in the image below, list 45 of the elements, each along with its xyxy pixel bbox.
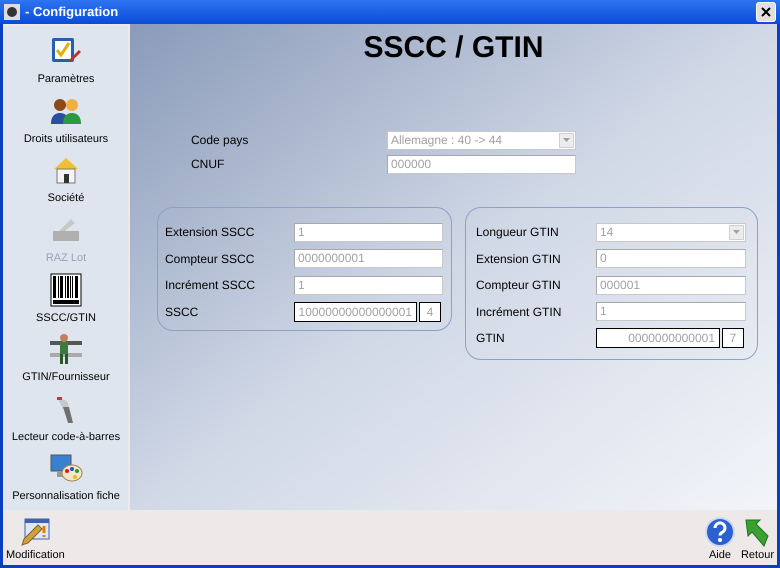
field-label: Extension GTIN [476, 250, 562, 268]
sidebar-item[interactable]: Personnalisation fiche [12, 489, 120, 504]
sidebar-item[interactable]: GTIN/Fournisseur [22, 370, 110, 384]
input-field[interactable]: 1 [596, 302, 746, 321]
field-label: Incrément GTIN [476, 304, 562, 320]
field-label: Code pays [191, 132, 250, 149]
input-field[interactable]: 000001 [596, 276, 746, 294]
dropdown-field[interactable]: Allemagne : 40 -> 44 [387, 130, 576, 150]
check-digit-field[interactable]: 4 [419, 302, 441, 322]
paint-palette-icon [49, 452, 83, 484]
check-digit-field[interactable]: 7 [722, 328, 744, 348]
field-label: Incrément SSCC [165, 277, 256, 294]
code-field[interactable]: 0000000000001 [596, 328, 720, 348]
field-label: CNUF [191, 156, 226, 173]
field-label: Longueur GTIN [476, 224, 560, 241]
sidebar-item[interactable]: Société [48, 191, 84, 206]
field-label: Compteur GTIN [476, 277, 562, 294]
field-label: SSCC [165, 304, 200, 320]
sidebar-item[interactable]: Lecteur code-à-barres [12, 430, 120, 444]
field-label: Compteur SSCC [165, 250, 256, 268]
field-label: GTIN [476, 330, 506, 347]
back-button[interactable]: Retour [740, 516, 774, 563]
close-button[interactable] [756, 2, 776, 22]
field-label: Extension SSCC [165, 224, 256, 241]
input-field[interactable]: 1 [294, 222, 443, 242]
app-icon [4, 4, 20, 20]
sidebar-item[interactable]: Droits utilisateurs [24, 132, 108, 146]
sidebar-item[interactable]: SSCC/GTIN [36, 310, 96, 324]
close-icon [761, 7, 771, 17]
dropdown-field[interactable]: 14 [596, 222, 746, 242]
sidebar-item[interactable]: Paramètres [38, 72, 94, 86]
help-button[interactable]: Aide [704, 516, 735, 563]
page-title: SSCC / GTIN [363, 32, 544, 64]
input-field[interactable]: 0000000001 [294, 249, 443, 268]
input-field[interactable]: 1 [294, 276, 443, 294]
input-field[interactable]: 000000 [387, 154, 576, 174]
code-field[interactable]: 10000000000000001 [294, 302, 417, 322]
modification-button[interactable]: Modification [6, 516, 65, 563]
delivery-man-icon [48, 333, 84, 366]
window-title: - Configuration [25, 3, 118, 22]
back-arrow-icon [743, 516, 772, 546]
barcode-icon [50, 272, 82, 306]
pencil-document-icon [19, 516, 52, 546]
input-field[interactable]: 0 [596, 249, 746, 268]
help-icon [704, 516, 735, 546]
